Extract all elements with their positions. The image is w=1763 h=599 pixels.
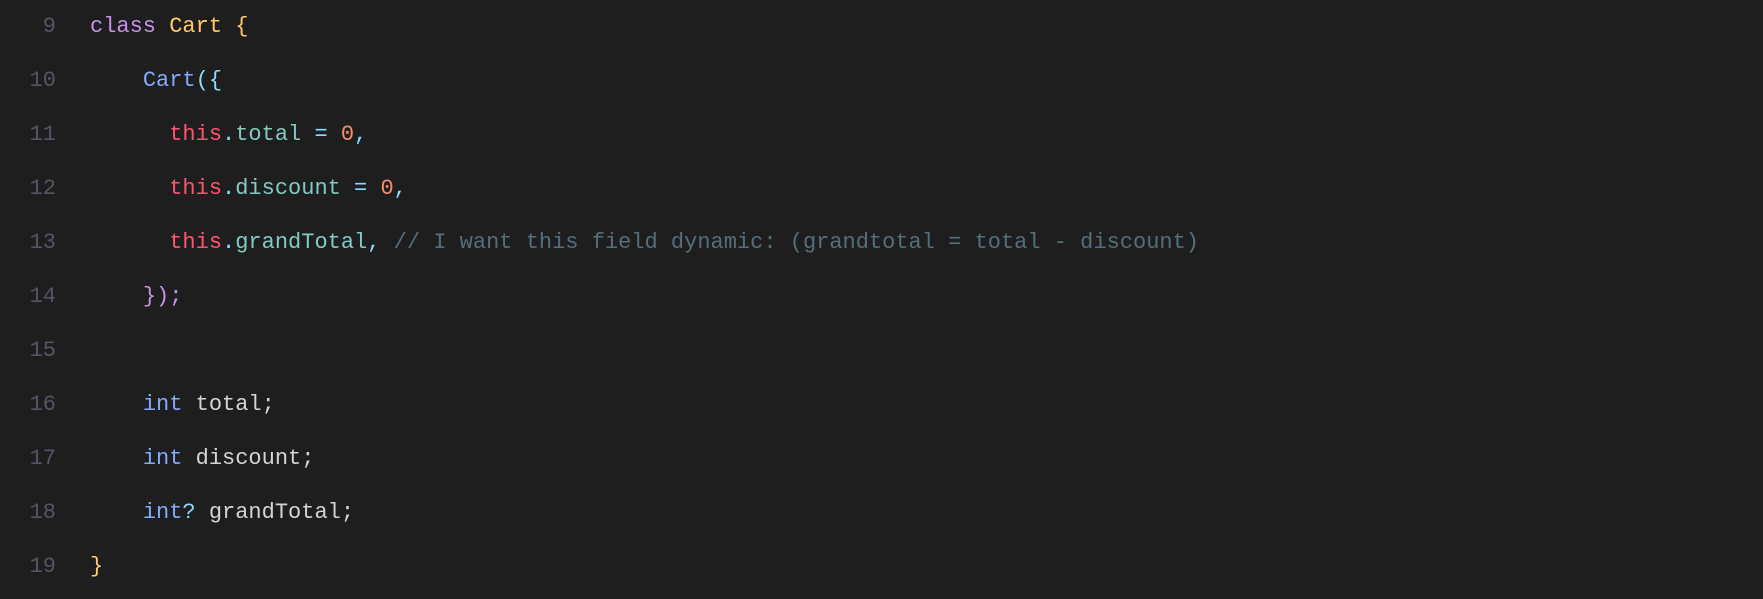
code-token: =	[341, 162, 381, 216]
code-token	[90, 270, 143, 324]
code-token	[90, 54, 143, 108]
code-token: discount	[235, 162, 341, 216]
code-line: class Cart {	[90, 0, 1763, 54]
code-token: class	[90, 0, 169, 54]
code-token: ,	[367, 216, 393, 270]
code-token: total	[235, 108, 301, 162]
code-token: Cart	[143, 54, 196, 108]
code-line: this.total = 0,	[90, 108, 1763, 162]
code-token: 0	[341, 108, 354, 162]
line-number: 10	[24, 54, 56, 108]
code-token: this	[169, 216, 222, 270]
line-number: 13	[24, 216, 56, 270]
line-number: 14	[24, 270, 56, 324]
code-token: grandTotal;	[196, 486, 354, 540]
code-line: }	[90, 540, 1763, 594]
code-token: ?	[182, 486, 195, 540]
code-line: });	[90, 270, 1763, 324]
code-token: // I want this field dynamic: (grandtota…	[394, 216, 1199, 270]
line-number: 9	[24, 0, 56, 54]
code-token: total;	[182, 378, 274, 432]
code-token: Cart	[169, 0, 222, 54]
code-token: }	[90, 540, 103, 594]
line-number: 19	[24, 540, 56, 594]
code-token: int	[143, 486, 183, 540]
code-line: int discount;	[90, 432, 1763, 486]
code-token	[90, 486, 143, 540]
code-token: =	[301, 108, 341, 162]
line-number: 12	[24, 162, 56, 216]
code-token	[90, 108, 169, 162]
code-token	[90, 216, 169, 270]
code-line: Cart({	[90, 54, 1763, 108]
code-line: int? grandTotal;	[90, 486, 1763, 540]
code-token: this	[169, 108, 222, 162]
line-number: 15	[24, 324, 56, 378]
code-line: this.discount = 0,	[90, 162, 1763, 216]
code-token	[90, 432, 143, 486]
code-line: this.grandTotal, // I want this field dy…	[90, 216, 1763, 270]
code-token: int	[143, 378, 183, 432]
code-token	[90, 162, 169, 216]
code-token	[90, 378, 143, 432]
code-token: this	[169, 162, 222, 216]
code-token: .	[222, 216, 235, 270]
code-token: ,	[394, 162, 407, 216]
line-number: 11	[24, 108, 56, 162]
line-number: 18	[24, 486, 56, 540]
code-token: {	[222, 0, 248, 54]
code-editor: 910111213141516171819 class Cart { Cart(…	[0, 0, 1763, 599]
code-token: grandTotal	[235, 216, 367, 270]
line-number: 16	[24, 378, 56, 432]
code-token: .	[222, 108, 235, 162]
code-token: .	[222, 162, 235, 216]
code-token: ({	[196, 54, 222, 108]
line-number: 17	[24, 432, 56, 486]
code-token: });	[143, 270, 183, 324]
line-numbers: 910111213141516171819	[0, 0, 80, 599]
code-content: class Cart { Cart({ this.total = 0, this…	[80, 0, 1763, 599]
code-token: 0	[380, 162, 393, 216]
code-line	[90, 324, 1763, 378]
code-token: ,	[354, 108, 367, 162]
code-token: int	[143, 432, 183, 486]
code-line: int total;	[90, 378, 1763, 432]
code-token: discount;	[182, 432, 314, 486]
